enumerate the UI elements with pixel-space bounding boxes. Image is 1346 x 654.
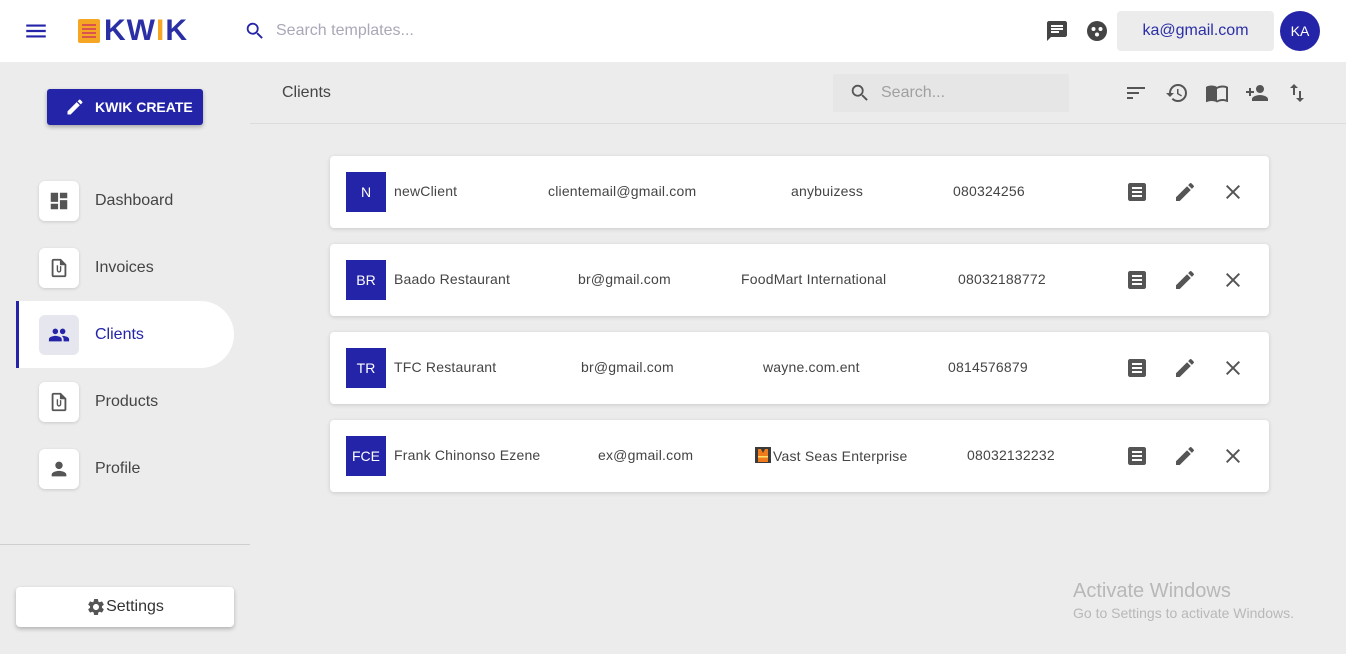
view-details-icon[interactable] — [1125, 180, 1149, 204]
invoice-icon — [39, 247, 79, 288]
client-business: FoodMart International — [741, 271, 887, 287]
settings-button[interactable]: Settings — [16, 587, 234, 627]
person-icon — [39, 448, 79, 489]
client-name: TFC Restaurant — [394, 359, 497, 375]
sidebar-item-label: Profile — [95, 459, 141, 477]
people-icon — [39, 314, 79, 355]
sidebar-item-label: Products — [95, 392, 159, 410]
client-business: wayne.com.ent — [763, 359, 860, 375]
kwik-create-label: KWIK CREATE — [95, 99, 193, 115]
template-search-input[interactable] — [276, 18, 576, 44]
add-person-icon[interactable] — [1245, 81, 1269, 105]
client-phone: 08032132232 — [967, 447, 1055, 463]
search-icon — [849, 82, 871, 104]
sidebar-item-invoices[interactable]: Invoices — [16, 234, 234, 301]
client-business: anybuizess — [791, 183, 864, 199]
page-title: Clients — [282, 84, 331, 101]
client-business-wrap: Vast Seas Enterprise — [755, 447, 907, 464]
swap-vertical-icon[interactable] — [1285, 81, 1309, 105]
book-icon[interactable] — [1205, 81, 1229, 105]
delete-icon[interactable] — [1221, 444, 1245, 468]
sort-icon[interactable] — [1124, 81, 1148, 105]
client-avatar: FCE — [346, 436, 386, 476]
client-card[interactable]: N newClient clientemail@gmail.com anybui… — [330, 156, 1269, 228]
delete-icon[interactable] — [1221, 180, 1245, 204]
kwik-create-button[interactable]: KWIK CREATE — [47, 89, 203, 125]
client-name: Baado Restaurant — [394, 271, 511, 287]
client-email: ex@gmail.com — [598, 447, 694, 463]
client-phone: 0814576879 — [948, 359, 1028, 375]
sidebar-divider — [0, 544, 250, 545]
chat-icon[interactable] — [1045, 19, 1069, 43]
search-icon — [244, 20, 266, 42]
logo-text: KWIK — [104, 14, 189, 47]
history-icon[interactable] — [1165, 81, 1189, 105]
client-card[interactable]: BR Baado Restaurant br@gmail.com FoodMar… — [330, 244, 1269, 316]
vest-emoji-icon — [755, 447, 771, 463]
dashboard-icon — [39, 180, 79, 221]
sidebar-item-products[interactable]: Products — [16, 368, 234, 435]
edit-icon[interactable] — [1173, 268, 1197, 292]
logo-mark-icon — [78, 19, 100, 43]
menu-icon[interactable] — [22, 18, 50, 44]
client-phone: 080324256 — [953, 183, 1025, 199]
activate-windows-title: Activate Windows — [1073, 580, 1231, 602]
client-avatar: BR — [346, 260, 386, 300]
support-icon[interactable] — [1085, 19, 1109, 43]
top-bar: KWIK ka@gmail.com KA — [0, 0, 1346, 62]
client-card[interactable]: TR TFC Restaurant br@gmail.com wayne.com… — [330, 332, 1269, 404]
client-avatar: TR — [346, 348, 386, 388]
client-card[interactable]: FCE Frank Chinonso Ezene ex@gmail.com Va… — [330, 420, 1269, 492]
sidebar-item-label: Clients — [95, 325, 144, 343]
delete-icon[interactable] — [1221, 268, 1245, 292]
client-email: br@gmail.com — [581, 359, 674, 375]
view-details-icon[interactable] — [1125, 444, 1149, 468]
client-name: newClient — [394, 183, 458, 199]
client-search — [833, 74, 1069, 112]
settings-label: Settings — [106, 598, 164, 615]
client-search-input[interactable] — [881, 82, 1061, 104]
sidebar: KWIK CREATE Dashboard Invoices Clients P… — [0, 62, 250, 654]
view-details-icon[interactable] — [1125, 356, 1149, 380]
sidebar-item-profile[interactable]: Profile — [16, 435, 234, 502]
activate-windows-subtitle: Go to Settings to activate Windows. — [1073, 605, 1294, 621]
client-email: br@gmail.com — [578, 271, 671, 287]
client-email: clientemail@gmail.com — [548, 183, 697, 199]
sidebar-item-label: Dashboard — [95, 191, 174, 209]
edit-icon[interactable] — [1173, 356, 1197, 380]
pencil-icon — [67, 99, 83, 115]
product-icon — [39, 381, 79, 422]
user-avatar[interactable]: KA — [1280, 11, 1320, 51]
user-email-chip[interactable]: ka@gmail.com — [1117, 11, 1274, 51]
delete-icon[interactable] — [1221, 356, 1245, 380]
view-details-icon[interactable] — [1125, 268, 1149, 292]
gear-icon — [88, 599, 104, 615]
sidebar-item-dashboard[interactable]: Dashboard — [16, 167, 234, 234]
toolbar-divider — [250, 123, 1346, 124]
sidebar-item-clients[interactable]: Clients — [16, 301, 234, 368]
app-logo[interactable]: KWIK — [78, 16, 188, 46]
client-avatar: N — [346, 172, 386, 212]
edit-icon[interactable] — [1173, 444, 1197, 468]
edit-icon[interactable] — [1173, 180, 1197, 204]
sidebar-item-label: Invoices — [95, 258, 154, 276]
client-phone: 08032188772 — [958, 271, 1046, 287]
client-business: Vast Seas Enterprise — [773, 448, 908, 464]
client-name: Frank Chinonso Ezene — [394, 447, 541, 463]
